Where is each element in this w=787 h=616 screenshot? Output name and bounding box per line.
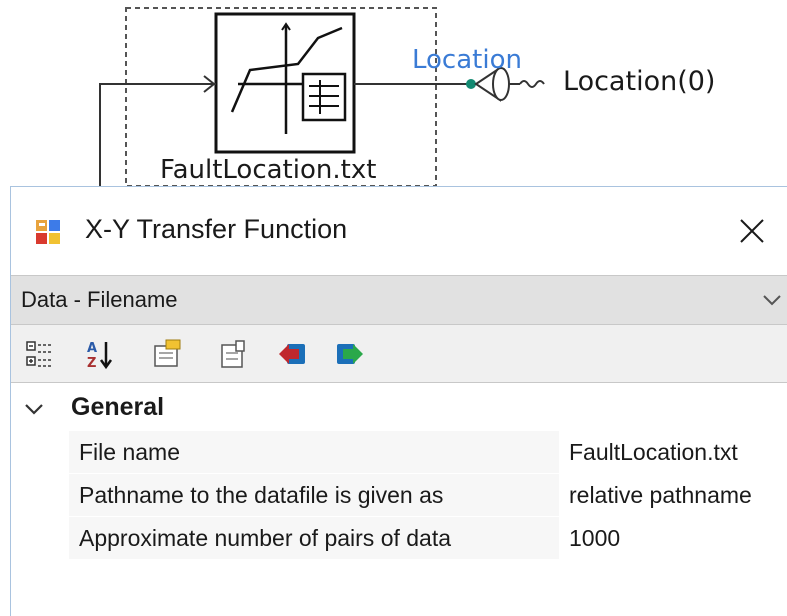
category-label: General: [71, 393, 165, 421]
property-pages-icon: [154, 339, 181, 367]
import-icon: [337, 344, 363, 364]
block-label: FaultLocation.txt: [160, 155, 376, 185]
row-gutter: [11, 474, 69, 518]
property-toolbar: A Z: [11, 325, 787, 383]
chevron-down-icon[interactable]: [761, 290, 783, 310]
object-selector-value: Data - Filename: [21, 287, 178, 312]
property-value[interactable]: 1000: [561, 517, 787, 560]
row-gutter: [11, 431, 69, 475]
import-button[interactable]: [331, 335, 369, 373]
edit-page-button[interactable]: [215, 335, 253, 373]
category-row-general[interactable]: General: [11, 389, 787, 429]
property-name: File name: [69, 431, 561, 474]
property-pages-button[interactable]: [149, 335, 187, 373]
close-icon: [740, 219, 764, 243]
property-row-data-pairs[interactable]: Approximate number of pairs of data 1000: [11, 517, 787, 561]
alphabetical-icon: A Z: [87, 341, 113, 370]
left-edge: [0, 188, 10, 616]
transfer-function-block[interactable]: [214, 12, 356, 154]
edit-page-icon: [221, 340, 245, 368]
meter-label: Location(0): [563, 66, 715, 97]
close-button[interactable]: [727, 207, 777, 255]
property-name: Pathname to the datafile is given as: [69, 474, 561, 517]
property-row-file-name[interactable]: File name FaultLocation.txt: [11, 431, 787, 475]
export-icon: [279, 344, 305, 364]
property-grid: General File name FaultLocation.txt Path…: [11, 383, 787, 616]
chevron-down-icon[interactable]: [23, 399, 45, 419]
property-name: Approximate number of pairs of data: [69, 517, 561, 560]
property-row-pathname[interactable]: Pathname to the datafile is given as rel…: [11, 474, 787, 518]
alphabetical-button[interactable]: A Z: [81, 335, 119, 373]
app-icon: [36, 220, 60, 244]
dialog-title: X-Y Transfer Function: [85, 214, 348, 244]
object-selector[interactable]: Data - Filename: [11, 275, 787, 325]
property-value[interactable]: FaultLocation.txt: [561, 431, 787, 474]
properties-dialog: X-Y Transfer Function Data - Filename A …: [10, 186, 787, 616]
categorized-icon: [26, 341, 53, 367]
property-value[interactable]: relative pathname: [561, 474, 787, 517]
title-bar[interactable]: X-Y Transfer Function: [11, 187, 787, 275]
svg-text:A: A: [87, 341, 97, 356]
wire-label: Location: [412, 45, 522, 75]
export-button[interactable]: [273, 335, 311, 373]
categorized-button[interactable]: [21, 335, 59, 373]
row-gutter: [11, 517, 69, 561]
svg-text:Z: Z: [87, 356, 96, 370]
